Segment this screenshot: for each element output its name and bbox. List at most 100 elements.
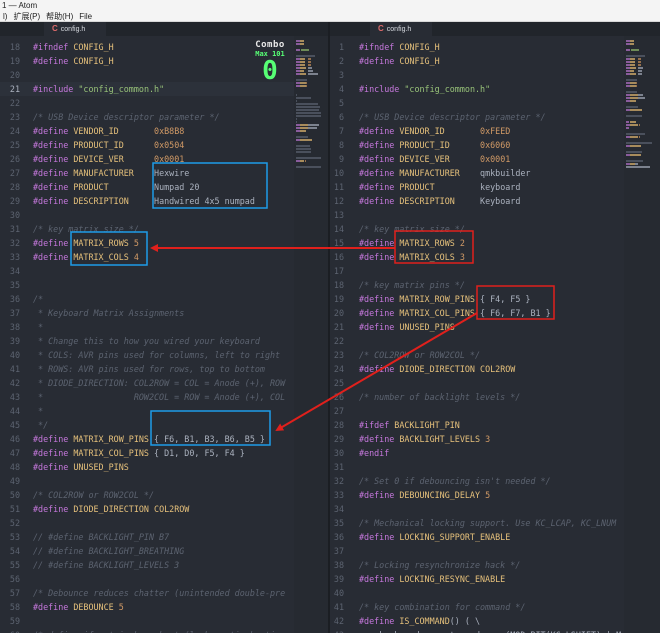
- code-line[interactable]: 38 /* Locking resynchronize hack */: [330, 558, 624, 572]
- code-line[interactable]: 27: [330, 404, 624, 418]
- code-line[interactable]: 38 *: [0, 320, 294, 334]
- left-editor-pane[interactable]: 18 #ifndef CONFIG_H 19 #define CONFIG_H 20 21…: [0, 36, 294, 633]
- code-line[interactable]: 40: [330, 586, 624, 600]
- code-line[interactable]: 34: [330, 502, 624, 516]
- code-line[interactable]: 26 /* number of backlight levels */: [330, 390, 624, 404]
- minimap-line: [296, 67, 300, 69]
- code-line[interactable]: 22: [0, 96, 294, 110]
- minimap-line: [638, 73, 642, 75]
- menu-bar: l) 扩展(P) 帮助(H) File: [0, 12, 660, 22]
- code-line[interactable]: 3: [330, 68, 624, 82]
- code-line[interactable]: 27 #define MANUFACTURER Hexwire: [0, 166, 294, 180]
- code-line[interactable]: 30 #endif: [330, 446, 624, 460]
- code-token: LOCKING_SUPPORT_ENABLE: [399, 532, 511, 542]
- code-line[interactable]: 34: [0, 264, 294, 278]
- code-line[interactable]: 1 #ifndef CONFIG_H: [330, 40, 624, 54]
- code-line[interactable]: 28 #ifdef BACKLIGHT_PIN: [330, 418, 624, 432]
- code-line[interactable]: 41 * ROWS: AVR pins used for rows, top t…: [0, 362, 294, 376]
- code-line[interactable]: 50 /* COL2ROW or ROW2COL */: [0, 488, 294, 502]
- code-line[interactable]: 24 #define DIODE_DIRECTION COL2ROW: [330, 362, 624, 376]
- code-line[interactable]: 35: [0, 278, 294, 292]
- code-line[interactable]: 2 #define CONFIG_H: [330, 54, 624, 68]
- code-line[interactable]: 54 // #define BACKLIGHT_BREATHING: [0, 544, 294, 558]
- code-token: #define: [33, 602, 74, 612]
- code-line[interactable]: 45 */: [0, 418, 294, 432]
- code-line[interactable]: 37: [330, 544, 624, 558]
- code-line[interactable]: 24 #define VENDOR_ID 0xB8B8: [0, 124, 294, 138]
- code-line[interactable]: 18 /* key matrix pins */: [330, 278, 624, 292]
- code-line[interactable]: 37 * Keyboard Matrix Assignments: [0, 306, 294, 320]
- code-line[interactable]: 52: [0, 516, 294, 530]
- code-line[interactable]: 33 #define DEBOUNCING_DELAY 5: [330, 488, 624, 502]
- code-line[interactable]: 46 #define MATRIX_ROW_PINS { F6, B1, B3, …: [0, 432, 294, 446]
- code-line[interactable]: 21 #include "config_common.h": [0, 82, 294, 96]
- code-line[interactable]: 53 // #define BACKLIGHT_PIN B7: [0, 530, 294, 544]
- code-line[interactable]: 56: [0, 572, 294, 586]
- code-line[interactable]: 31: [330, 460, 624, 474]
- code-line[interactable]: 12 #define DESCRIPTION Keyboard: [330, 194, 624, 208]
- code-line[interactable]: 10 #define MANUFACTURER qmkbuilder: [330, 166, 624, 180]
- code-line[interactable]: 42 * DIODE_DIRECTION: COL2ROW = COL = An…: [0, 376, 294, 390]
- code-line[interactable]: 26 #define DEVICE_VER 0x0001: [0, 152, 294, 166]
- code-line[interactable]: 19 #define MATRIX_ROW_PINS { F4, F5 }: [330, 292, 624, 306]
- code-line[interactable]: 55 // #define BACKLIGHT_LEVELS 3: [0, 558, 294, 572]
- code-line[interactable]: 41 /* key combination for command */: [330, 600, 624, 614]
- code-line[interactable]: 15 #define MATRIX_ROWS 2: [330, 236, 624, 250]
- code-line[interactable]: 49: [0, 474, 294, 488]
- code-line[interactable]: 6 /* USB Device descriptor parameter */: [330, 110, 624, 124]
- left-minimap[interactable]: [294, 36, 328, 633]
- code-line[interactable]: 20 #define MATRIX_COL_PINS { F6, F7, B1 }: [330, 306, 624, 320]
- code-line[interactable]: 43 keyboard_report->mods == (MOD_BIT(KC_…: [330, 628, 624, 633]
- left-tab-config-h[interactable]: Cconfig.h: [44, 22, 106, 36]
- code-line[interactable]: 31 /* key matrix size */: [0, 222, 294, 236]
- code-line[interactable]: 29 #define DESCRIPTION Handwired 4x5 nump…: [0, 194, 294, 208]
- code-line[interactable]: 39 * Change this to how you wired your k…: [0, 334, 294, 348]
- code-line[interactable]: 36 #define LOCKING_SUPPORT_ENABLE: [330, 530, 624, 544]
- code-line[interactable]: 44 *: [0, 404, 294, 418]
- code-line[interactable]: 4 #include "config_common.h": [330, 82, 624, 96]
- code-line[interactable]: 43 * ROW2COL = ROW = Anode (+), COL: [0, 390, 294, 404]
- right-minimap[interactable]: [624, 36, 660, 633]
- code-text: #define DIODE_DIRECTION COL2ROW: [359, 362, 515, 376]
- code-line[interactable]: 58 #define DEBOUNCE 5: [0, 600, 294, 614]
- code-line[interactable]: 22: [330, 334, 624, 348]
- code-line[interactable]: 28 #define PRODUCT Numpad 20: [0, 180, 294, 194]
- code-line[interactable]: 13: [330, 208, 624, 222]
- code-line[interactable]: 51 #define DIODE_DIRECTION COL2ROW: [0, 502, 294, 516]
- code-line[interactable]: 33 #define MATRIX_COLS 4: [0, 250, 294, 264]
- code-line[interactable]: 40 * COLS: AVR pins used for columns, le…: [0, 348, 294, 362]
- code-line[interactable]: 17: [330, 264, 624, 278]
- code-line[interactable]: 23 /* USB Device descriptor parameter */: [0, 110, 294, 124]
- code-line[interactable]: 7 #define VENDOR_ID 0xFEED: [330, 124, 624, 138]
- code-text: #include "config_common.h": [33, 82, 164, 96]
- code-line[interactable]: 60 /* define if matrix has ghost (lacks a…: [0, 628, 294, 633]
- code-line[interactable]: 8 #define PRODUCT_ID 0x6060: [330, 138, 624, 152]
- code-line[interactable]: 30: [0, 208, 294, 222]
- menu-item-file[interactable]: File: [79, 12, 92, 22]
- code-token: #define: [359, 308, 400, 318]
- code-line[interactable]: 57 /* Debounce reduces chatter (unintende…: [0, 586, 294, 600]
- code-line[interactable]: 32 /* Set 0 if debouncing isn't needed */: [330, 474, 624, 488]
- menu-item-extensions[interactable]: 扩展(P): [13, 12, 40, 22]
- code-line[interactable]: 39 #define LOCKING_RESYNC_ENABLE: [330, 572, 624, 586]
- code-line[interactable]: 11 #define PRODUCT keyboard: [330, 180, 624, 194]
- right-tab-config-h[interactable]: Cconfig.h: [370, 22, 432, 36]
- right-editor-pane[interactable]: 1 #ifndef CONFIG_H 2 #define CONFIG_H 3 4 #inc…: [330, 36, 624, 633]
- code-line[interactable]: 5: [330, 96, 624, 110]
- code-line[interactable]: 25 #define PRODUCT_ID 0x0504: [0, 138, 294, 152]
- code-line[interactable]: 36 /*: [0, 292, 294, 306]
- code-line[interactable]: 29 #define BACKLIGHT_LEVELS 3: [330, 432, 624, 446]
- code-line[interactable]: 16 #define MATRIX_COLS 3: [330, 250, 624, 264]
- code-line[interactable]: 23 /* COL2ROW or ROW2COL */: [330, 348, 624, 362]
- code-line[interactable]: 48 #define UNUSED_PINS: [0, 460, 294, 474]
- code-line[interactable]: 35 /* Mechanical locking support. Use KC_…: [330, 516, 624, 530]
- code-line[interactable]: 32 #define MATRIX_ROWS 5: [0, 236, 294, 250]
- code-line[interactable]: 47 #define MATRIX_COL_PINS { D1, D0, F5, …: [0, 446, 294, 460]
- menu-item-help[interactable]: 帮助(H): [46, 12, 73, 22]
- code-line[interactable]: 21 #define UNUSED_PINS: [330, 320, 624, 334]
- code-line[interactable]: 14 /* key matrix size */: [330, 222, 624, 236]
- code-line[interactable]: 9 #define DEVICE_VER 0x0001: [330, 152, 624, 166]
- code-line[interactable]: 42 #define IS_COMMAND() ( \: [330, 614, 624, 628]
- code-line[interactable]: 25: [330, 376, 624, 390]
- code-line[interactable]: 59: [0, 614, 294, 628]
